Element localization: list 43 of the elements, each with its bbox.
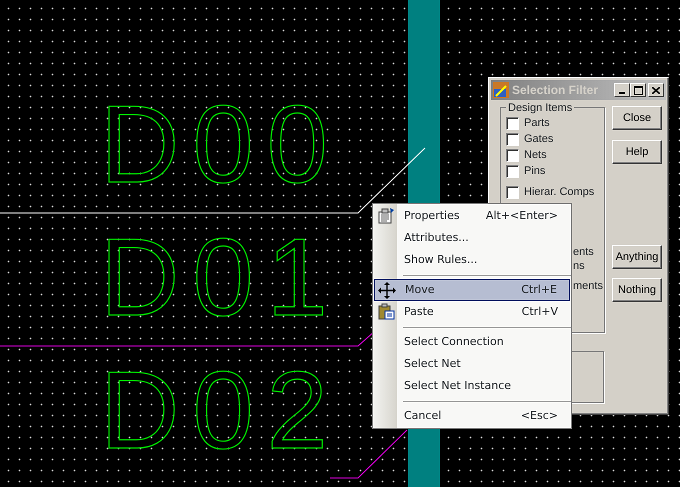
menu-item[interactable]: Select Net xyxy=(374,353,570,375)
menu-item[interactable]: Properties Alt+<Enter> xyxy=(374,205,570,227)
menu-item[interactable]: Select Net Instance xyxy=(374,375,570,397)
menu-item[interactable]: Select Connection xyxy=(374,331,570,353)
checkbox-label: Pins xyxy=(524,164,546,179)
component-label: D02 xyxy=(100,361,341,460)
maximize-button[interactable] xyxy=(630,83,646,97)
close-button[interactable] xyxy=(648,83,664,97)
item-label: ns xyxy=(573,259,585,274)
close-button[interactable]: Close xyxy=(612,106,662,130)
checkbox[interactable] xyxy=(506,148,519,162)
properties-icon xyxy=(377,207,395,224)
app-icon xyxy=(493,82,509,98)
menu-item[interactable]: Attributes... xyxy=(374,227,570,249)
shortcut-label: Ctrl+V xyxy=(522,304,558,320)
minimize-button[interactable] xyxy=(614,83,630,97)
close-icon xyxy=(652,86,660,94)
checkbox-label: Nets xyxy=(524,148,547,163)
menu-item[interactable]: Move Ctrl+E xyxy=(374,279,570,301)
group-title: Design Items xyxy=(506,100,574,116)
item-label: ents xyxy=(573,245,594,260)
anything-button[interactable]: Anything xyxy=(612,245,662,269)
checkbox[interactable] xyxy=(506,132,519,146)
nothing-button[interactable]: Nothing xyxy=(612,278,662,302)
checkbox[interactable] xyxy=(506,116,519,130)
checkbox-label: Parts xyxy=(524,116,550,131)
shortcut-label: Ctrl+E xyxy=(521,282,557,298)
clipboard-icon xyxy=(377,303,395,320)
maximize-icon xyxy=(634,86,642,94)
menu-item[interactable]: Show Rules... xyxy=(374,249,570,271)
menu-item[interactable]: Cancel <Esc> xyxy=(374,405,570,427)
item-label: ments xyxy=(573,279,603,294)
checkbox-label: Gates xyxy=(524,132,554,147)
help-button[interactable]: Help xyxy=(612,140,662,164)
component-label: D00 xyxy=(100,95,341,194)
move-arrows-icon xyxy=(378,282,396,299)
checkbox-label: Hierar. Comps xyxy=(524,184,594,200)
checkbox[interactable] xyxy=(506,164,519,178)
checkbox[interactable] xyxy=(506,186,519,198)
shortcut-label: Alt+<Enter> xyxy=(486,208,558,224)
component-label: D01 xyxy=(100,228,341,327)
menu-item[interactable]: Paste Ctrl+V xyxy=(374,301,570,323)
shortcut-label: <Esc> xyxy=(520,408,558,424)
